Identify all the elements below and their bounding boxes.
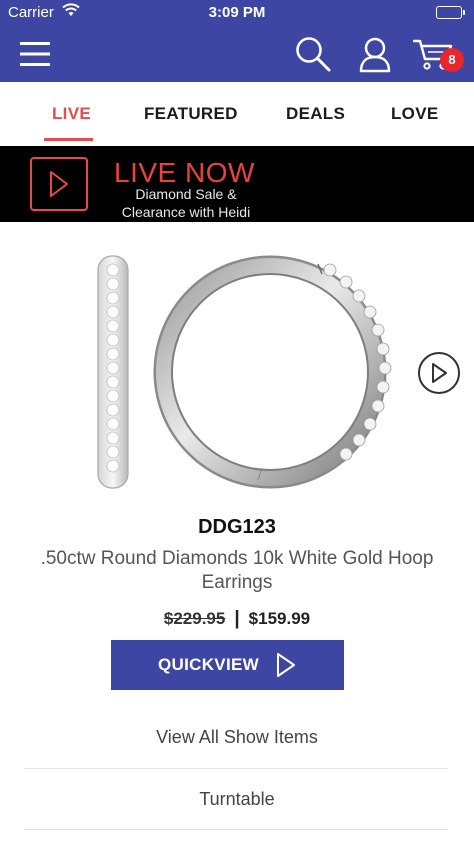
status-time: 3:09 PM	[208, 4, 266, 21]
sale-price: $159.99	[248, 609, 311, 628]
live-play-button[interactable]	[30, 157, 88, 211]
active-tab-indicator	[44, 138, 93, 141]
user-icon[interactable]	[354, 34, 396, 74]
live-now-banner[interactable]: LIVE NOW Diamond Sale & Clearance with H…	[0, 146, 474, 222]
original-price: $229.95	[163, 609, 226, 628]
hoop-earrings-image	[97, 255, 392, 489]
tab-live[interactable]: LIVE	[52, 104, 91, 124]
quickview-label: QUICKVIEW	[158, 655, 259, 674]
divider	[24, 829, 448, 830]
play-icon	[50, 171, 68, 197]
hamburger-menu-icon[interactable]	[14, 34, 56, 74]
product-sku: DDG123	[198, 516, 276, 538]
tab-deals[interactable]: DEALS	[286, 104, 345, 124]
price-separator: |	[234, 608, 240, 629]
live-show-subtitle: Diamond Sale & Clearance with Heidi	[121, 186, 251, 220]
quickview-button[interactable]: QUICKVIEW	[111, 640, 344, 690]
play-next-icon	[432, 363, 447, 383]
next-image-button[interactable]	[418, 352, 460, 394]
play-arrow-icon	[276, 653, 295, 677]
app-header: 8	[0, 26, 474, 82]
tab-love[interactable]: LOVE	[391, 104, 439, 124]
status-bar: Carrier 3:09 PM	[0, 0, 474, 26]
divider	[24, 768, 448, 769]
product-name: .50ctw Round Diamonds 10k White Gold Hoo…	[40, 548, 434, 593]
cart-count-badge: 8	[440, 48, 464, 72]
product-image[interactable]	[0, 222, 474, 512]
search-icon[interactable]	[292, 34, 334, 74]
price-row: $229.95 | $159.99	[0, 608, 474, 630]
battery-icon	[436, 6, 465, 19]
turntable-link[interactable]: Turntable	[0, 789, 474, 810]
tab-featured[interactable]: FEATURED	[144, 104, 238, 124]
tab-bar: LIVE FEATURED DEALS LOVE	[0, 82, 474, 146]
view-all-show-items-link[interactable]: View All Show Items	[0, 727, 474, 748]
